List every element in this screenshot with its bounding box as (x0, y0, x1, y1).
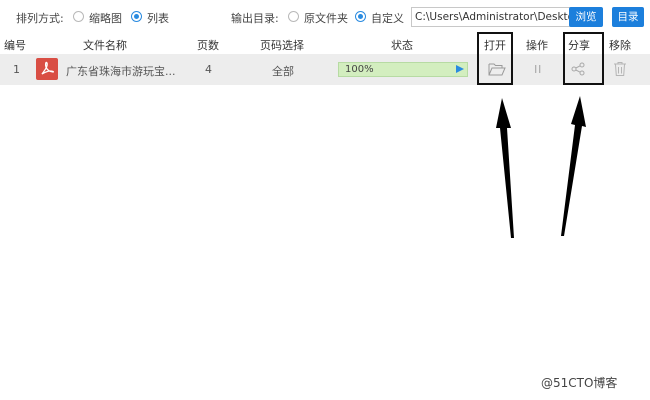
arrow-to-open (496, 98, 514, 238)
arrow-to-share (561, 96, 586, 236)
annotation-arrows (496, 96, 586, 238)
watermark: @51CTO博客 (541, 376, 618, 390)
